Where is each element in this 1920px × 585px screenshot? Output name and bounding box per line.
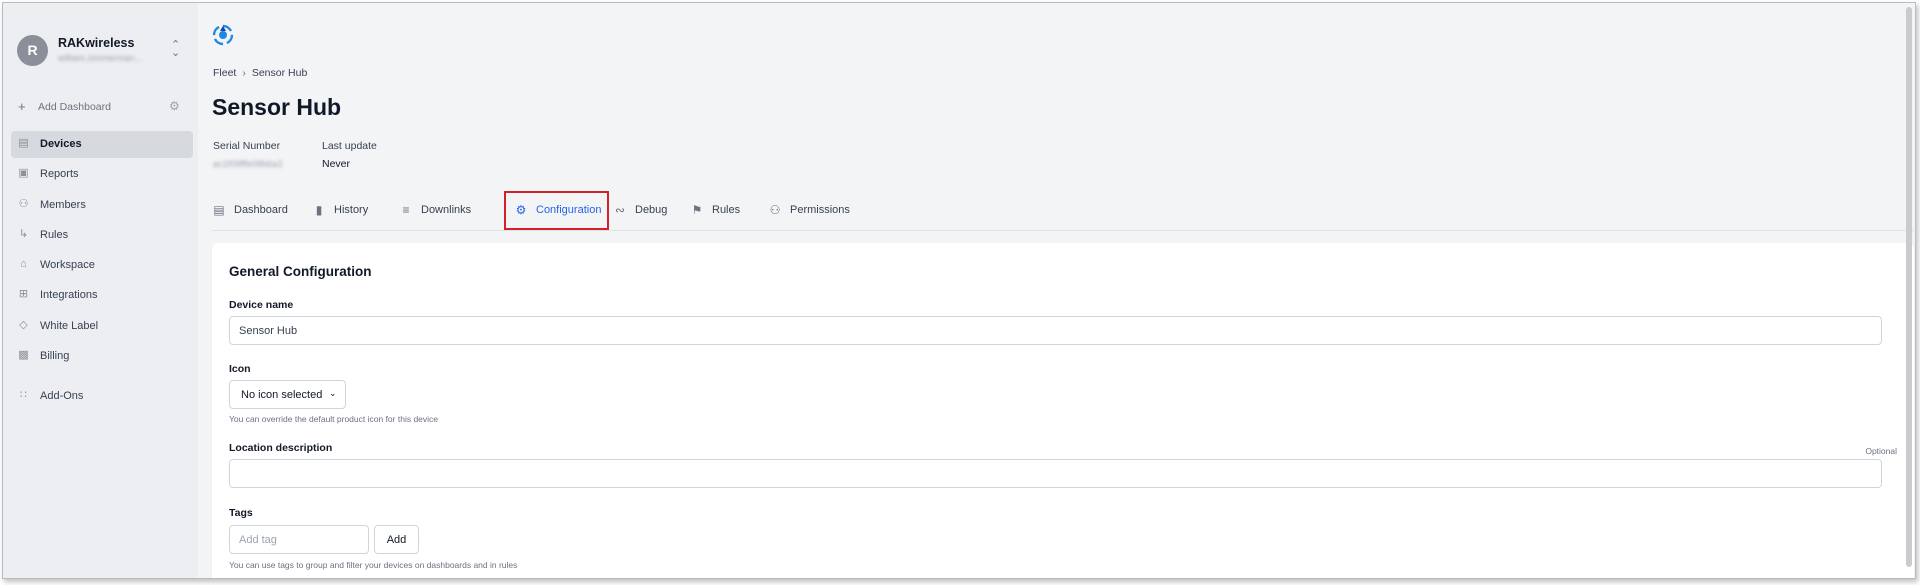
document-icon: ▣	[18, 167, 29, 180]
sidebar-item-label: Integrations	[40, 289, 98, 302]
rss-icon: ∾	[614, 203, 626, 217]
breadcrumb: Fleet › Sensor Hub	[213, 67, 307, 79]
breadcrumb-current: Sensor Hub	[251, 67, 308, 79]
add-dashboard-label: Add Dashboard	[38, 101, 111, 113]
last-update-label: Last update	[322, 140, 377, 152]
tab-label: Dashboard	[234, 204, 288, 216]
workspace-icon: ⌂	[20, 258, 27, 271]
sidebar-item-devices[interactable]: ▤ Devices	[11, 131, 193, 158]
sidebar-item-members[interactable]: ⚇ Members	[11, 192, 193, 219]
location-description-input[interactable]	[229, 459, 1882, 488]
scrollbar-thumb[interactable]	[1906, 7, 1912, 567]
sidebar-item-white-label[interactable]: ◇ White Label	[11, 313, 193, 340]
devices-icon: ▤	[18, 137, 29, 149]
scrollbar[interactable]	[1905, 3, 1913, 578]
chevron-right-icon: ›	[242, 67, 246, 79]
serial-number-value: ac1f09fffe08b6a3	[213, 159, 283, 169]
active-tab-highlight	[504, 191, 609, 230]
sidebar-nav: ▤ Devices ▣ Reports ⚇ Members ↳ Rules ⌂ …	[11, 131, 193, 414]
org-switcher[interactable]: R RAKwireless william.zimmerman... ⌃ ⌄	[15, 33, 195, 73]
main-content: Fleet › Sensor Hub Sensor Hub Serial Numbe…	[198, 3, 1915, 578]
org-email: william.zimmerman...	[58, 53, 143, 62]
sidebar-item-billing[interactable]: ▩ Billing	[11, 343, 193, 370]
users-icon: ⚇	[769, 203, 781, 217]
tab-label: Rules	[712, 204, 741, 216]
app-window: R RAKwireless william.zimmerman... ⌃ ⌄ + …	[2, 2, 1916, 579]
general-configuration-card: General Configuration Device name Icon N…	[212, 243, 1914, 578]
tab-label: Debug	[635, 204, 668, 216]
tab-label: Downlinks	[421, 204, 472, 216]
tags-help-text: You can use tags to group and filter you…	[229, 560, 518, 570]
chevron-up-down-icon[interactable]: ⌃ ⌄	[171, 40, 180, 59]
addons-icon: ∷	[20, 389, 27, 402]
sidebar-item-label: Workspace	[40, 259, 95, 272]
device-name-input[interactable]	[229, 316, 1882, 345]
device-tabs: ▤ Dashboard ▮ History ≡ Downlinks ⚙ Conf…	[212, 191, 1914, 231]
sidebar-item-label: Add-Ons	[40, 390, 84, 403]
avatar: R	[17, 35, 48, 66]
sidebar: R RAKwireless william.zimmerman... ⌃ ⌄ + …	[3, 3, 198, 578]
location-description-label: Location description	[229, 442, 333, 454]
dashboard-icon: ▤	[213, 203, 225, 217]
tag-icon: ◇	[19, 318, 28, 331]
icon-select-value: No icon selected	[241, 389, 323, 401]
page-title: Sensor Hub	[212, 94, 342, 120]
sidebar-item-label: Billing	[40, 350, 70, 363]
tag-input[interactable]	[229, 525, 369, 554]
app-logo-icon[interactable]	[212, 24, 234, 46]
sidebar-item-add-ons[interactable]: ∷ Add-Ons	[11, 383, 193, 410]
sidebar-item-workspace[interactable]: ⌂ Workspace	[11, 252, 193, 279]
sidebar-item-label: Devices	[40, 138, 82, 150]
billing-icon: ▩	[18, 349, 29, 362]
breadcrumb-fleet-link[interactable]: Fleet	[213, 67, 236, 79]
add-dashboard-button[interactable]: + Add Dashboard ⚙	[18, 99, 188, 119]
sidebar-item-integrations[interactable]: ⊞ Integrations	[11, 282, 193, 309]
plus-icon: +	[18, 99, 26, 114]
sliders-icon: ≡	[402, 203, 410, 217]
rules-icon: ⚑	[691, 203, 703, 217]
icon-label: Icon	[229, 363, 251, 375]
chevron-down-icon: ⌄	[329, 388, 337, 398]
tab-label: History	[334, 204, 369, 216]
section-title: General Configuration	[229, 264, 372, 279]
optional-badge: Optional	[1865, 446, 1897, 456]
rules-icon: ↳	[18, 227, 29, 240]
device-name-label: Device name	[229, 299, 294, 311]
icon-help-text: You can override the default product ico…	[229, 414, 439, 424]
sidebar-item-label: Rules	[40, 228, 69, 241]
sidebar-item-label: White Label	[40, 319, 99, 332]
integrations-icon: ⊞	[18, 288, 29, 301]
last-update-value: Never	[322, 158, 351, 170]
tags-label: Tags	[229, 507, 253, 519]
sidebar-item-reports[interactable]: ▣ Reports	[11, 161, 193, 188]
tab-label: Permissions	[790, 204, 850, 216]
sidebar-item-label: Members	[40, 198, 86, 211]
last-update-block: Last update Never	[322, 140, 377, 170]
org-name: RAKwireless	[58, 36, 135, 50]
bar-chart-icon: ▮	[315, 203, 323, 217]
icon-select[interactable]: No icon selected ⌄	[229, 380, 346, 409]
users-icon: ⚇	[18, 197, 29, 210]
add-tag-button[interactable]: Add	[374, 525, 419, 554]
sidebar-item-label: Reports	[40, 168, 79, 181]
serial-number-label: Serial Number	[213, 140, 281, 152]
serial-number-block: Serial Number ac1f09fffe08b6a3	[213, 140, 282, 169]
gear-icon[interactable]: ⚙	[169, 99, 180, 113]
sidebar-item-rules[interactable]: ↳ Rules	[11, 222, 193, 249]
